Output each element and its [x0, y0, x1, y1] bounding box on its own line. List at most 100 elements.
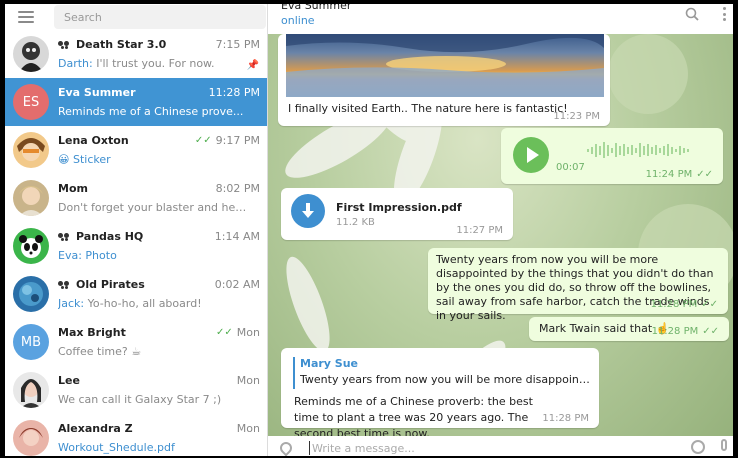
chat-preview: Eva: Photo	[58, 249, 248, 262]
message-quote: Twenty years from now you will be more d…	[428, 248, 728, 322]
paperclip-icon[interactable]	[277, 439, 295, 456]
pin-icon: 📌	[246, 60, 259, 71]
avatar	[13, 180, 49, 216]
chat-time: ✓✓ Mon	[216, 326, 260, 339]
chat-name: Max Bright	[58, 326, 126, 339]
reply-bar	[293, 357, 295, 389]
chat-item-lee[interactable]: Lee Mon We can call it Galaxy Star 7 ;)	[5, 366, 267, 414]
chat-name: Old Pirates	[58, 278, 145, 291]
read-check-icon: ✓✓	[702, 326, 719, 337]
chat-item-pandas-hq[interactable]: Pandas HQ 1:14 AM Eva: Photo	[5, 222, 267, 270]
group-icon	[58, 232, 71, 241]
chat-item-lena-oxton[interactable]: Lena Oxton ✓✓ 9:17 PM 😀 Sticker	[5, 126, 267, 174]
avatar	[13, 276, 49, 312]
photo-image[interactable]	[286, 34, 604, 97]
chat-item-eva-summer[interactable]: ES Eva Summer 11:28 PM Reminds me of a C…	[5, 78, 267, 126]
message-photo[interactable]: I finally visited Earth.. The nature her…	[278, 34, 610, 126]
chat-preview: We can call it Galaxy Star 7 ;)	[58, 393, 222, 406]
message-text: Twenty years from now you will be more d…	[436, 253, 714, 322]
message-file[interactable]: First Impression.pdf 11.2 KB 11:27 PM	[281, 188, 513, 240]
chat-item-death-star[interactable]: Death Star 3.0 7:15 PM Darth: I'll trust…	[5, 30, 267, 78]
chat-preview: Don't forget your blaster and helmet	[58, 201, 248, 214]
message-time-text: 11:28 PM	[651, 326, 699, 337]
more-options-icon[interactable]	[723, 7, 727, 21]
avatar	[13, 372, 49, 408]
chat-time-text: Mon	[236, 326, 260, 339]
chat-sender: Jack:	[58, 297, 85, 310]
hamburger-menu-icon[interactable]	[18, 11, 34, 23]
chat-item-old-pirates[interactable]: Old Pirates 0:02 AM Jack: Yo-ho-ho, all …	[5, 270, 267, 318]
app-window: Death Star 3.0 7:15 PM Darth: I'll trust…	[5, 4, 733, 456]
chat-name-text: Pandas HQ	[76, 230, 144, 243]
chat-item-max-bright[interactable]: MB Max Bright ✓✓ Mon Coffee time? ☕	[5, 318, 267, 366]
chat-name-text: Death Star 3.0	[76, 38, 167, 51]
chat-name: Lee	[58, 374, 80, 387]
voice-duration: 00:07	[556, 162, 585, 173]
chat-time: Mon	[236, 422, 260, 435]
chat-sender: Darth:	[58, 57, 93, 70]
avatar: ES	[13, 84, 49, 120]
message-time: 11:28 PM	[542, 413, 589, 424]
sidebar: Death Star 3.0 7:15 PM Darth: I'll trust…	[5, 4, 268, 456]
message-voice: 00:07 11:24 PM ✓✓	[501, 128, 723, 184]
search-input[interactable]	[54, 5, 266, 29]
message-time: 11:28 PM ✓✓	[651, 299, 718, 310]
chat-time: 0:02 AM	[214, 278, 260, 291]
chat-name: Lena Oxton	[58, 134, 129, 147]
chat-time: Mon	[236, 374, 260, 387]
reply-quote[interactable]: Twenty years from now you will be more d…	[300, 373, 590, 386]
read-check-icon: ✓✓	[194, 135, 212, 146]
file-size: 11.2 KB	[336, 217, 375, 228]
message-time: 11:24 PM ✓✓	[646, 169, 713, 180]
play-button[interactable]	[513, 137, 549, 173]
avatar: MB	[13, 324, 49, 360]
chat-time: 1:14 AM	[214, 230, 260, 243]
avatar	[13, 228, 49, 264]
read-check-icon: ✓✓	[696, 169, 713, 180]
message-input[interactable]	[312, 439, 642, 456]
chat-item-alexandra-z[interactable]: Alexandra Z Mon Workout_Shedule.pdf	[5, 414, 267, 456]
text-cursor	[309, 441, 310, 455]
microphone-icon[interactable]	[721, 439, 727, 451]
avatar	[13, 132, 49, 168]
chat-preview: Workout_Shedule.pdf	[58, 441, 175, 454]
chat-preview: 😀 Sticker	[58, 153, 111, 166]
chat-name: Alexandra Z	[58, 422, 133, 435]
reply-author[interactable]: Mary Sue	[300, 357, 358, 370]
chat-time: 11:28 PM	[208, 86, 260, 99]
message-reply: Mary Sue Twenty years from now you will …	[281, 348, 599, 440]
chat-preview-text: Photo	[85, 249, 117, 262]
sidebar-topbar	[5, 4, 267, 30]
message-time: 11:27 PM	[456, 225, 503, 236]
read-check-icon: ✓✓	[216, 327, 233, 338]
message-time-text: 11:28 PM	[650, 299, 698, 310]
chat-preview-text: Yo-ho-ho, all aboard!	[87, 297, 202, 310]
message-composer	[268, 436, 733, 456]
chat-item-mom[interactable]: Mom 8:02 PM Don't forget your blaster an…	[5, 174, 267, 222]
chat-preview: Jack: Yo-ho-ho, all aboard!	[58, 297, 248, 310]
message-text: Reminds me of a Chinese proverb: the bes…	[294, 395, 533, 440]
chat-name: Mom	[58, 182, 88, 195]
chat-name: Death Star 3.0	[58, 38, 166, 51]
file-name: First Impression.pdf	[336, 201, 462, 214]
emoji-icon[interactable]	[691, 440, 705, 454]
chat-name: Eva Summer	[58, 86, 136, 99]
group-icon	[58, 40, 71, 49]
chat-preview: Darth: I'll trust you. For now.	[58, 57, 248, 70]
message-time: 11:23 PM	[553, 111, 600, 122]
message-time-text: 11:24 PM	[645, 169, 693, 180]
download-icon[interactable]	[291, 194, 325, 228]
message-text: Mark Twain said that ☝️	[539, 322, 670, 335]
group-icon	[58, 280, 71, 289]
chat-header: Eva Summer online	[268, 4, 733, 34]
chat-time: ✓✓ 9:17 PM	[195, 134, 260, 147]
chat-time-text: 9:17 PM	[215, 134, 260, 147]
message-text: I finally visited Earth.. The nature her…	[288, 102, 568, 115]
message-time: 11:28 PM ✓✓	[652, 326, 719, 337]
chat-title: Eva Summer	[281, 4, 352, 12]
chat-time: 8:02 PM	[215, 182, 260, 195]
voice-waveform[interactable]	[557, 140, 707, 160]
chat-name-text: Old Pirates	[76, 278, 145, 291]
avatar	[13, 420, 49, 456]
search-icon[interactable]	[685, 7, 699, 21]
